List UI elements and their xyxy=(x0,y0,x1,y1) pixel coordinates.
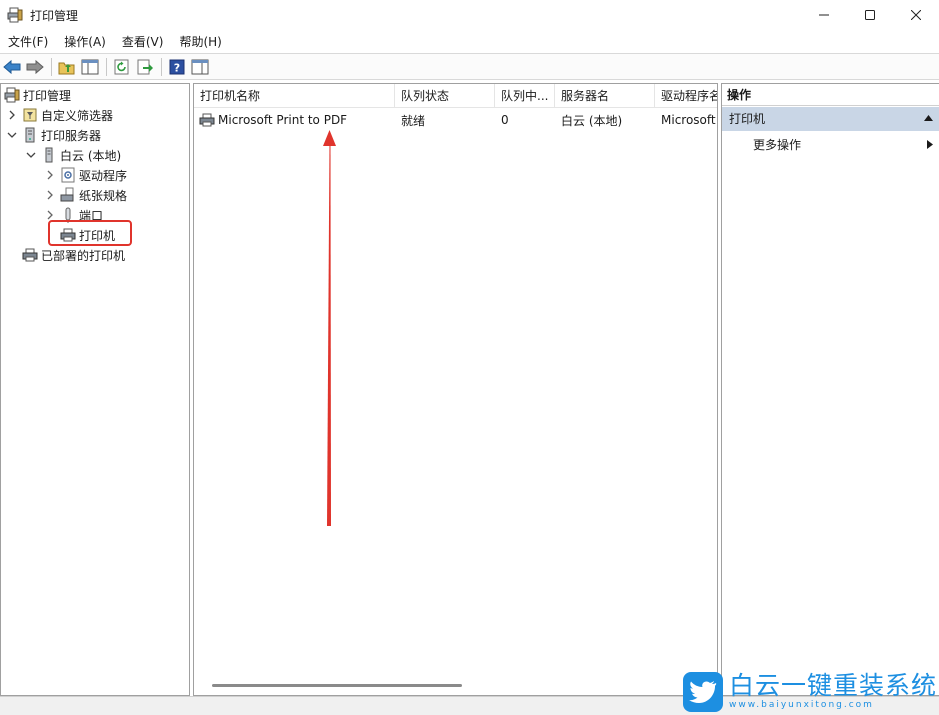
show-hide-tree-button[interactable] xyxy=(80,57,100,77)
tree-item-print-management[interactable]: 打印管理 xyxy=(4,85,71,105)
menu-file[interactable]: 文件(F) xyxy=(2,31,54,53)
export-icon xyxy=(137,59,153,74)
help-button[interactable]: ? xyxy=(167,57,187,77)
action-pane: 操作 打印机 更多操作 xyxy=(721,83,939,696)
tree-label: 打印服务器 xyxy=(41,128,102,143)
server-icon xyxy=(41,147,57,163)
back-arrow-icon xyxy=(3,59,21,74)
tree-item-local-server[interactable]: 白云 (本地) xyxy=(25,145,121,165)
toolbar-separator xyxy=(51,57,52,76)
chevron-right-icon[interactable] xyxy=(44,189,56,201)
chevron-right-icon[interactable] xyxy=(44,169,56,181)
folder-up-icon xyxy=(58,62,75,74)
paper-forms-icon xyxy=(60,187,76,203)
horizontal-scrollbar[interactable] xyxy=(212,684,462,687)
tree-label: 自定义筛选器 xyxy=(41,108,114,123)
printer-icon xyxy=(22,247,38,263)
help-icon: ? xyxy=(169,59,185,74)
close-icon xyxy=(911,10,921,20)
menu-view[interactable]: 查看(V) xyxy=(116,31,170,53)
show-hide-action-pane-button[interactable] xyxy=(190,57,210,77)
cell-jobs-in-queue: 0 xyxy=(501,113,509,127)
printer-list-view: 打印机名称 队列状态 队列中... 服务器名 驱动程序名 Microsoft P… xyxy=(193,83,718,696)
printer-icon xyxy=(199,113,215,127)
watermark-text: 白云一键重装系统 www.baiyunxitong.com xyxy=(729,672,937,711)
toolbar-separator xyxy=(106,57,107,76)
server-icon xyxy=(22,127,38,143)
table-row[interactable]: Microsoft Print to PDF 就绪 0 白云 (本地) Micr… xyxy=(194,109,717,131)
filter-icon xyxy=(22,107,38,123)
tree-label: 驱动程序 xyxy=(79,168,128,183)
watermark: 白云一键重装系统 www.baiyunxitong.com xyxy=(683,668,939,715)
column-header-queue-status[interactable]: 队列状态 xyxy=(395,84,495,108)
chevron-down-icon[interactable] xyxy=(6,129,18,141)
chevron-down-icon[interactable] xyxy=(25,149,37,161)
tree-label: 白云 (本地) xyxy=(60,148,122,163)
menu-bar: 文件(F) 操作(A) 查看(V) 帮助(H) xyxy=(0,30,939,53)
actions-header: 操作 xyxy=(722,84,939,106)
forward-button[interactable] xyxy=(25,57,45,77)
cell-driver-name: Microsoft xyxy=(661,113,716,127)
bird-logo-icon xyxy=(683,671,723,712)
export-list-button[interactable] xyxy=(135,57,155,77)
forward-arrow-icon xyxy=(26,59,44,74)
driver-icon xyxy=(60,167,76,183)
minimize-icon xyxy=(819,14,829,16)
minimize-button[interactable] xyxy=(801,0,847,30)
print-management-icon xyxy=(7,7,23,23)
watermark-url: www.baiyunxitong.com xyxy=(729,700,874,710)
cell-printer-name: Microsoft Print to PDF xyxy=(194,112,395,128)
title-bar: 打印管理 xyxy=(0,0,939,30)
chevron-right-icon[interactable] xyxy=(6,109,18,121)
tree-item-custom-filters[interactable]: 自定义筛选器 xyxy=(6,105,113,125)
up-folder-button[interactable] xyxy=(57,57,77,77)
column-header-server-name[interactable]: 服务器名 xyxy=(555,84,655,108)
tree-label: 打印管理 xyxy=(23,88,72,103)
column-header-printer-name[interactable]: 打印机名称 xyxy=(194,84,395,108)
close-button[interactable] xyxy=(893,0,939,30)
tree-item-forms[interactable]: 纸张规格 xyxy=(44,185,127,205)
print-management-icon xyxy=(4,87,20,103)
console-tree-icon xyxy=(81,59,99,74)
column-header-driver-name[interactable]: 驱动程序名 xyxy=(655,84,717,108)
actions-group-printers[interactable]: 打印机 xyxy=(722,107,939,131)
more-actions-label: 更多操作 xyxy=(753,138,802,152)
toolbar-separator xyxy=(161,57,162,76)
tree-label: 已部署的打印机 xyxy=(41,248,126,263)
toolbar: ? xyxy=(0,53,939,80)
tree-label: 纸张规格 xyxy=(79,188,128,203)
list-header: 打印机名称 队列状态 队列中... 服务器名 驱动程序名 xyxy=(194,84,717,108)
watermark-title: 白云一键重装系统 xyxy=(729,671,938,700)
tree-item-drivers[interactable]: 驱动程序 xyxy=(44,165,127,185)
menu-action[interactable]: 操作(A) xyxy=(58,31,112,53)
tree-item-deployed-printers[interactable]: 已部署的打印机 xyxy=(22,245,125,265)
action-pane-icon xyxy=(191,59,209,74)
menu-help[interactable]: 帮助(H) xyxy=(173,31,227,53)
collapse-up-icon xyxy=(924,115,933,121)
annotation-arrow-icon xyxy=(323,130,336,526)
actions-group-label: 打印机 xyxy=(729,112,766,126)
annotation-highlight-box xyxy=(48,220,132,246)
refresh-icon xyxy=(114,59,129,74)
cell-server-name: 白云 (本地) xyxy=(561,113,623,128)
maximize-button[interactable] xyxy=(847,0,893,30)
console-tree: 打印管理 自定义筛选器 打印服务器 白云 (本地) 驱动程序 纸张规格 端口 打… xyxy=(0,83,190,696)
svg-text:?: ? xyxy=(174,61,180,74)
back-button[interactable] xyxy=(2,57,22,77)
refresh-button[interactable] xyxy=(112,57,132,77)
maximize-icon xyxy=(865,10,875,20)
more-actions-item[interactable]: 更多操作 xyxy=(722,134,939,156)
window-title: 打印管理 xyxy=(30,8,79,23)
submenu-arrow-icon xyxy=(927,140,933,149)
cell-queue-status: 就绪 xyxy=(401,113,426,128)
tree-item-print-servers[interactable]: 打印服务器 xyxy=(6,125,101,145)
column-header-jobs-in-queue[interactable]: 队列中... xyxy=(495,84,555,108)
